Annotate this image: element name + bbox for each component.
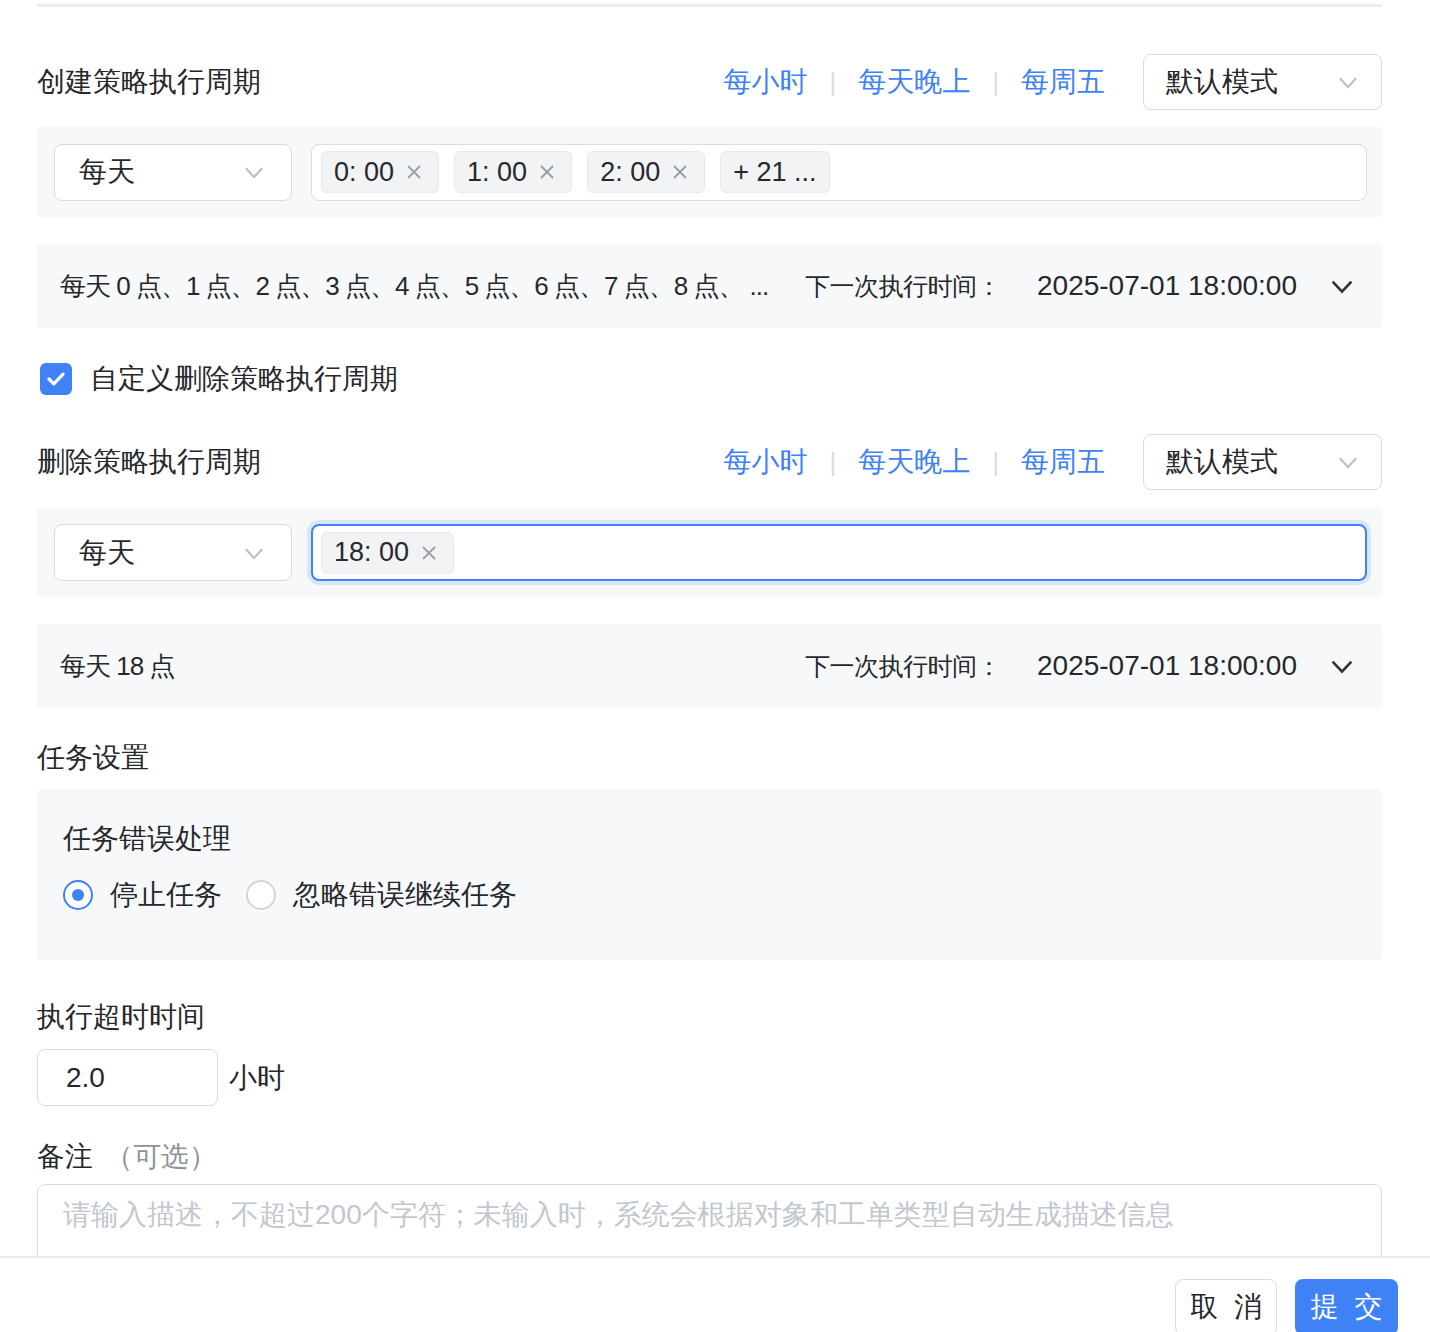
delete-shortcuts: 每小时 | 每天晚上 | 每周五 默认模式 [723, 434, 1382, 490]
time-tag: 1: 00 [454, 151, 572, 193]
shortcut-separator: | [829, 447, 836, 478]
delete-summary-bar: 每天 18 点 下一次执行时间： 2025-07-01 18:00:00 [37, 624, 1382, 708]
time-tag-label: 18: 00 [334, 537, 409, 568]
create-frequency-value: 每天 [79, 153, 239, 191]
submit-button[interactable]: 提 交 [1295, 1279, 1398, 1332]
delete-frequency-select[interactable]: 每天 [54, 524, 292, 581]
create-mode-select[interactable]: 默认模式 [1143, 54, 1382, 110]
delete-summary-text: 每天 18 点 [60, 649, 174, 684]
expand-chevron-icon[interactable] [1327, 651, 1357, 681]
delete-section-title: 删除策略执行周期 [37, 443, 261, 481]
radio-option-ignore[interactable]: 忽略错误继续任务 [246, 876, 517, 914]
shortcut-separator: | [992, 447, 999, 478]
time-tag-label: 2: 00 [600, 157, 660, 188]
task-settings-title: 任务设置 [37, 738, 1382, 778]
next-run-time: 2025-07-01 18:00:00 [1037, 650, 1297, 682]
create-control-row: 每天 0: 00 1: 00 2: 00 + 21 ... [37, 127, 1382, 217]
create-times-input[interactable]: 0: 00 1: 00 2: 00 + 21 ... [311, 144, 1367, 201]
custom-delete-row: 自定义删除策略执行周期 [37, 363, 1382, 395]
shortcut-hourly-link[interactable]: 每小时 [723, 63, 807, 101]
time-tag: 2: 00 [587, 151, 705, 193]
remark-placeholder: 请输入描述，不超过200个字符；未输入时，系统会根据对象和工单类型自动生成描述信… [63, 1199, 1174, 1230]
delete-section-header: 删除策略执行周期 每小时 | 每天晚上 | 每周五 默认模式 [37, 434, 1382, 490]
time-tag: 0: 00 [321, 151, 439, 193]
remove-tag-icon[interactable] [402, 160, 426, 184]
time-tag: 18: 00 [321, 532, 454, 574]
create-summary-text: 每天 0 点、1 点、2 点、3 点、4 点、5 点、6 点、7 点、8 点、 … [60, 269, 768, 304]
radio-selected-icon [63, 880, 93, 910]
schedule-form: 创建策略执行周期 每小时 | 每天晚上 | 每周五 默认模式 每天 [0, 0, 1430, 1332]
time-tag-label: 1: 00 [467, 157, 527, 188]
delete-mode-select-value: 默认模式 [1166, 443, 1333, 481]
cancel-button[interactable]: 取 消 [1175, 1279, 1277, 1332]
next-run-time: 2025-07-01 18:00:00 [1037, 270, 1297, 302]
timeout-value: 2.0 [66, 1062, 105, 1094]
task-settings-panel: 任务错误处理 停止任务 忽略错误继续任务 [37, 789, 1382, 960]
delete-control-row: 每天 18: 00 [37, 508, 1382, 597]
timeout-unit: 小时 [229, 1059, 285, 1097]
remove-tag-icon[interactable] [535, 160, 559, 184]
radio-option-stop[interactable]: 停止任务 [63, 876, 222, 914]
shortcut-friday-link[interactable]: 每周五 [1021, 443, 1105, 481]
chevron-down-icon [1333, 447, 1363, 477]
shortcut-friday-link[interactable]: 每周五 [1021, 63, 1105, 101]
remove-tag-icon[interactable] [668, 160, 692, 184]
shortcut-separator: | [992, 67, 999, 98]
check-icon [43, 366, 69, 392]
create-mode-select-value: 默认模式 [1166, 63, 1333, 101]
remark-optional-hint: （可选） [105, 1137, 217, 1177]
next-run-label: 下一次执行时间： [805, 270, 1001, 303]
expand-chevron-icon[interactable] [1327, 271, 1357, 301]
create-section-title: 创建策略执行周期 [37, 63, 261, 101]
create-shortcuts: 每小时 | 每天晚上 | 每周五 默认模式 [723, 54, 1382, 110]
create-section-header: 创建策略执行周期 每小时 | 每天晚上 | 每周五 默认模式 [37, 54, 1382, 110]
shortcut-nightly-link[interactable]: 每天晚上 [858, 443, 970, 481]
timeout-input[interactable]: 2.0 [37, 1049, 218, 1106]
time-tag-label: 0: 00 [334, 157, 394, 188]
remove-tag-icon[interactable] [417, 541, 441, 565]
delete-times-input[interactable]: 18: 00 [311, 524, 1367, 581]
top-divider [37, 4, 1382, 7]
timeout-label: 执行超时时间 [37, 997, 1382, 1037]
remark-label-row: 备注 （可选） [37, 1137, 1382, 1177]
shortcut-separator: | [829, 67, 836, 98]
error-handling-label: 任务错误处理 [63, 819, 1356, 859]
delete-frequency-value: 每天 [79, 534, 239, 572]
create-summary-bar: 每天 0 点、1 点、2 点、3 点、4 点、5 点、6 点、7 点、8 点、 … [37, 244, 1382, 328]
chevron-down-icon [1333, 67, 1363, 97]
chevron-down-icon [239, 538, 269, 568]
create-frequency-select[interactable]: 每天 [54, 144, 292, 201]
footer: 取 消 提 交 [0, 1256, 1430, 1332]
next-run-label: 下一次执行时间： [805, 650, 1001, 683]
shortcut-hourly-link[interactable]: 每小时 [723, 443, 807, 481]
radio-unselected-icon [246, 880, 276, 910]
form-content: 创建策略执行周期 每小时 | 每天晚上 | 每周五 默认模式 每天 [37, 0, 1382, 1332]
chevron-down-icon [239, 157, 269, 187]
error-handling-options: 停止任务 忽略错误继续任务 [63, 876, 1356, 914]
timeout-row: 2.0 小时 [37, 1049, 1382, 1106]
radio-option-label: 忽略错误继续任务 [293, 876, 517, 914]
remark-label: 备注 [37, 1137, 93, 1177]
custom-delete-label: 自定义删除策略执行周期 [90, 360, 398, 398]
more-tags-badge[interactable]: + 21 ... [720, 151, 829, 193]
custom-delete-checkbox[interactable] [40, 363, 72, 395]
delete-mode-select[interactable]: 默认模式 [1143, 434, 1382, 490]
radio-option-label: 停止任务 [110, 876, 222, 914]
shortcut-nightly-link[interactable]: 每天晚上 [858, 63, 970, 101]
more-tags-label: + 21 ... [733, 157, 816, 188]
